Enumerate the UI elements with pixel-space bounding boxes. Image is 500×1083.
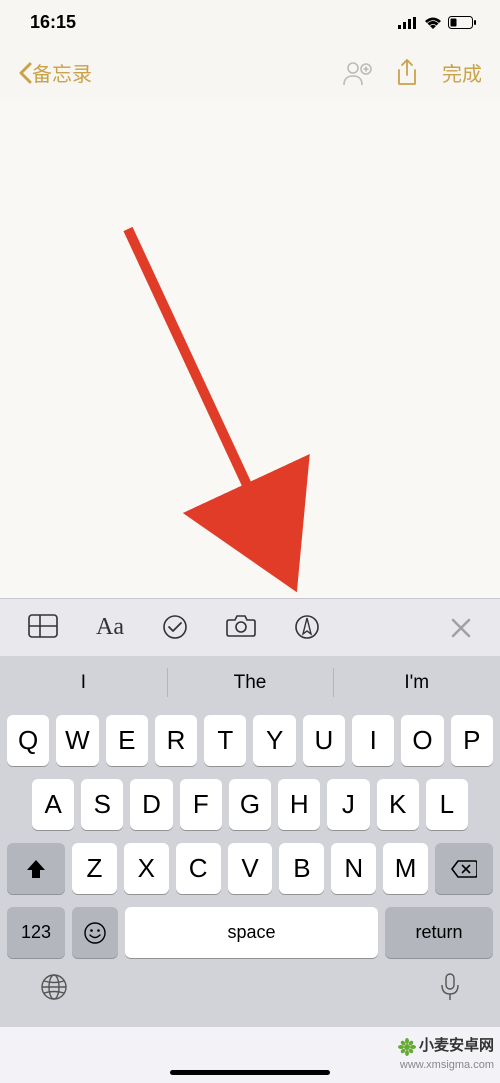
key-x[interactable]: X — [124, 843, 169, 894]
key-t[interactable]: T — [204, 715, 246, 766]
camera-icon[interactable] — [226, 614, 256, 641]
space-key[interactable]: space — [125, 907, 378, 958]
key-u[interactable]: U — [303, 715, 345, 766]
shift-key[interactable] — [7, 843, 65, 894]
globe-icon[interactable] — [40, 973, 68, 1006]
checklist-icon[interactable] — [162, 614, 188, 641]
text-format-icon[interactable]: Aa — [96, 614, 124, 641]
emoji-key[interactable] — [72, 907, 118, 958]
key-i[interactable]: I — [352, 715, 394, 766]
status-time: 16:15 — [30, 12, 76, 33]
markup-icon[interactable] — [294, 614, 320, 641]
backspace-key[interactable] — [435, 843, 493, 894]
keyboard-row-2: A S D F G H J K L — [4, 779, 496, 830]
key-a[interactable]: A — [32, 779, 74, 830]
key-q[interactable]: Q — [7, 715, 49, 766]
key-d[interactable]: D — [130, 779, 172, 830]
home-indicator[interactable] — [170, 1070, 330, 1075]
signal-icon — [398, 17, 418, 29]
key-y[interactable]: Y — [253, 715, 295, 766]
status-indicators — [398, 16, 476, 29]
watermark: 小麦安卓网 www.xmsigma.com — [397, 1034, 494, 1071]
key-o[interactable]: O — [401, 715, 443, 766]
keyboard-row-1: Q W E R T Y U I O P — [4, 715, 496, 766]
keyboard-row-4: 123 space return — [4, 907, 496, 958]
watermark-url: www.xmsigma.com — [400, 1059, 494, 1071]
key-n[interactable]: N — [331, 843, 376, 894]
wifi-icon — [424, 16, 442, 29]
close-keyboard-icon[interactable] — [450, 617, 472, 639]
notes-toolbar: Aa — [0, 598, 500, 656]
key-z[interactable]: Z — [72, 843, 117, 894]
key-l[interactable]: L — [426, 779, 468, 830]
key-c[interactable]: C — [176, 843, 221, 894]
key-h[interactable]: H — [278, 779, 320, 830]
key-v[interactable]: V — [228, 843, 273, 894]
key-g[interactable]: G — [229, 779, 271, 830]
back-button[interactable]: 备忘录 — [18, 58, 92, 87]
suggestion-bar: I The I'm — [0, 656, 500, 709]
suggestion-2[interactable]: The — [167, 656, 334, 709]
suggestion-1[interactable]: I — [0, 656, 167, 709]
mic-icon[interactable] — [440, 973, 460, 1006]
note-content-area[interactable] — [0, 100, 500, 598]
share-icon[interactable] — [396, 59, 418, 87]
key-f[interactable]: F — [180, 779, 222, 830]
battery-icon — [448, 16, 476, 29]
done-button[interactable]: 完成 — [442, 58, 482, 87]
watermark-brand: 小麦安卓网 — [419, 1037, 494, 1054]
status-bar: 16:15 — [0, 0, 500, 45]
key-w[interactable]: W — [56, 715, 98, 766]
suggestion-3[interactable]: I'm — [333, 656, 500, 709]
navigation-bar: 备忘录 完成 — [0, 45, 500, 100]
return-key[interactable]: return — [385, 907, 493, 958]
collaborate-icon[interactable] — [342, 60, 372, 86]
keyboard-row-3: Z X C V B N M — [4, 843, 496, 894]
key-s[interactable]: S — [81, 779, 123, 830]
keyboard: Q W E R T Y U I O P A S D F G H J K L Z … — [0, 709, 500, 963]
key-p[interactable]: P — [451, 715, 493, 766]
key-e[interactable]: E — [106, 715, 148, 766]
key-r[interactable]: R — [155, 715, 197, 766]
key-k[interactable]: K — [377, 779, 419, 830]
back-label: 备忘录 — [32, 58, 92, 87]
key-m[interactable]: M — [383, 843, 428, 894]
numbers-key[interactable]: 123 — [7, 907, 65, 958]
table-icon[interactable] — [28, 614, 58, 641]
key-b[interactable]: B — [279, 843, 324, 894]
keyboard-bottom-bar — [0, 963, 500, 1027]
key-j[interactable]: J — [327, 779, 369, 830]
